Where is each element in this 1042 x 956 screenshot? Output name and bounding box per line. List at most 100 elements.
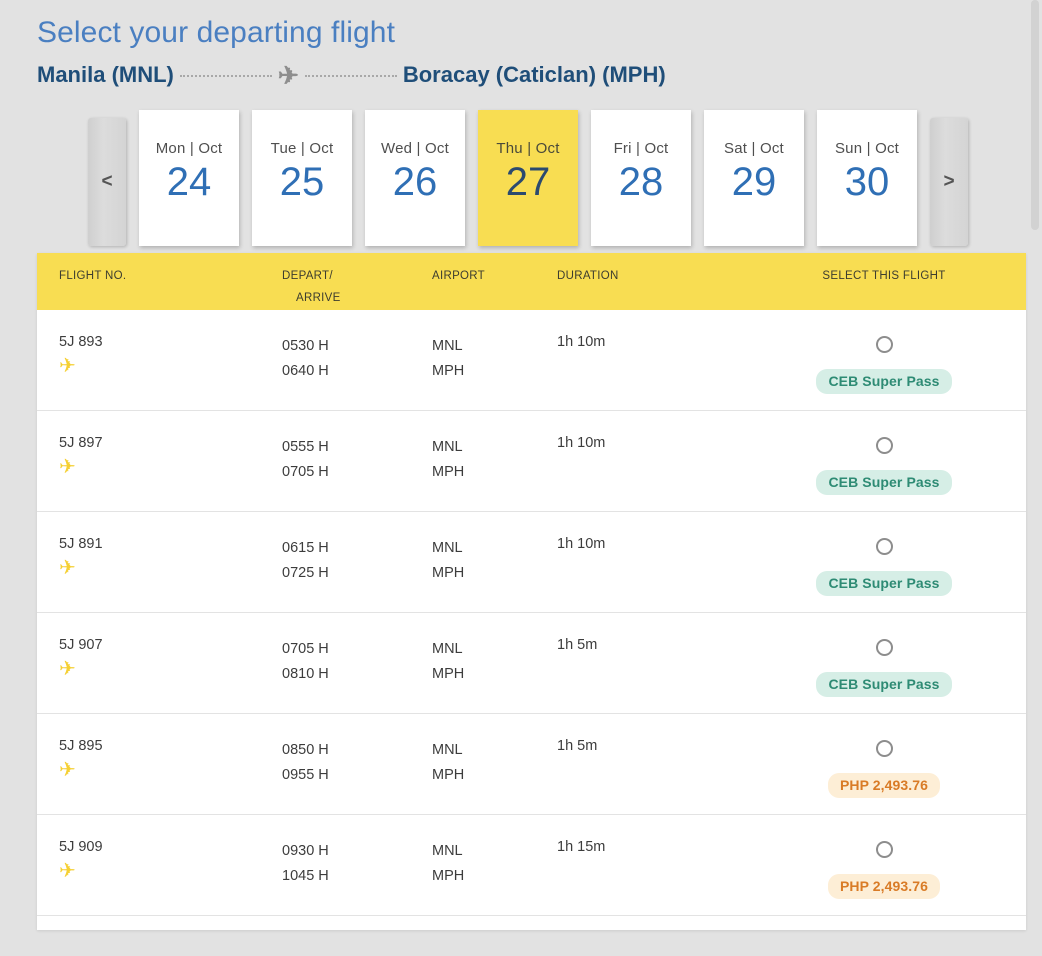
dotted-line-right xyxy=(305,75,397,77)
depart-airport: MNL xyxy=(432,637,557,662)
route-summary: Manila (MNL) ✈ Boracay (Caticlan) (MPH) xyxy=(0,50,1026,88)
cell-airports: MNLMPH xyxy=(427,839,557,915)
cell-depart-arrive-times: 0530 H0640 H xyxy=(282,334,427,410)
depart-time: 0555 H xyxy=(282,435,427,460)
arrive-time: 0810 H xyxy=(282,662,427,687)
airplane-icon: ✈ xyxy=(59,656,282,683)
arrive-time: 0955 H xyxy=(282,763,427,788)
cell-select-flight: PHP 2,493.76 xyxy=(742,738,1026,814)
cell-duration: 1h 10m xyxy=(557,435,742,511)
column-header-airport: AIRPORT xyxy=(427,266,557,288)
date-tab-day-number: 27 xyxy=(506,159,551,205)
flight-rows-container: 5J 893✈0530 H0640 HMNLMPH1h 10mCEB Super… xyxy=(37,310,1026,916)
date-tab-26[interactable]: Wed | Oct26 xyxy=(365,110,465,246)
date-tab-weekday: Tue | Oct xyxy=(271,140,334,157)
flight-number-label: 5J 909 xyxy=(59,839,282,855)
depart-airport: MNL xyxy=(432,435,557,460)
select-flight-radio[interactable] xyxy=(876,437,893,454)
page-scrollbar[interactable] xyxy=(1028,0,1042,956)
airplane-icon: ✈ xyxy=(59,858,282,885)
select-flight-radio[interactable] xyxy=(876,841,893,858)
depart-airport: MNL xyxy=(432,334,557,359)
cell-duration: 1h 10m xyxy=(557,536,742,612)
table-row[interactable]: 5J 909✈0930 H1045 HMNLMPH1h 15mPHP 2,493… xyxy=(37,815,1026,916)
date-tab-28[interactable]: Fri | Oct 28 xyxy=(591,110,691,246)
table-row[interactable]: 5J 891✈0615 H0725 HMNLMPH1h 10m CEB Super… xyxy=(37,512,1026,613)
date-tab-27[interactable]: Thu | Oct27 xyxy=(478,110,578,246)
dotted-line-left xyxy=(180,75,272,77)
flight-number-label: 5J 893 xyxy=(59,334,282,350)
airplane-icon: ✈ xyxy=(59,353,282,380)
table-row[interactable]: 5J 893 ✈0530 H0640 HMNLMPH1h 10m CEB Super… xyxy=(37,310,1026,411)
cell-flight-no: 5J 897 ✈ xyxy=(37,435,282,511)
date-tab-30[interactable]: Sun | Oct 30 xyxy=(817,110,917,246)
cell-select-flight: CEB Super Pass xyxy=(742,536,1026,612)
arrive-airport: MPH xyxy=(432,460,557,485)
prev-dates-button[interactable]: < xyxy=(88,118,126,246)
page-title: Select your departing flight xyxy=(0,0,1026,50)
table-row[interactable]: 5J 897✈0555 H0705 HMNLMPH1h 10mCEB Super… xyxy=(37,411,1026,512)
super-pass-badge[interactable]: CEB Super Pass xyxy=(816,470,951,495)
date-tab-24[interactable]: Mon | Oct24 xyxy=(139,110,239,246)
date-tab-weekday: Fri | Oct xyxy=(614,140,669,157)
cell-airports: MNLMPH xyxy=(427,637,557,713)
airplane-icon: ✈ xyxy=(59,555,282,582)
cell-airports: MNLMPH xyxy=(427,334,557,410)
arrive-time: 0640 H xyxy=(282,359,427,384)
depart-time: 0615 H xyxy=(282,536,427,561)
price-badge[interactable]: PHP 2,493.76 xyxy=(828,874,940,899)
route-destination: Boracay (Caticlan) (MPH) xyxy=(403,62,666,88)
cell-depart-arrive-times: 0705 H0810 H xyxy=(282,637,427,713)
cell-flight-no: 5J 891✈ xyxy=(37,536,282,612)
date-tab-day-number: 29 xyxy=(732,159,777,205)
date-tab-29[interactable]: Sat | Oct29 xyxy=(704,110,804,246)
table-row-partial xyxy=(37,916,1026,930)
cell-depart-arrive-times: 0615 H0725 H xyxy=(282,536,427,612)
depart-time: 0705 H xyxy=(282,637,427,662)
flights-table: FLIGHT NO. DEPART/ ARRIVE AIRPORT DURATI… xyxy=(37,253,1026,930)
cell-select-flight: CEB Super Pass xyxy=(742,637,1026,713)
depart-airport: MNL xyxy=(432,738,557,763)
cell-flight-no: 5J 893 ✈ xyxy=(37,334,282,410)
select-flight-radio[interactable] xyxy=(876,538,893,555)
flight-number-label: 5J 897 xyxy=(59,435,282,451)
date-tab-day-number: 30 xyxy=(845,159,890,205)
arrive-airport: MPH xyxy=(432,763,557,788)
column-header-depart-arrive: DEPART/ ARRIVE xyxy=(282,266,427,310)
super-pass-badge[interactable]: CEB Super Pass xyxy=(816,369,951,394)
select-flight-radio[interactable] xyxy=(876,639,893,656)
date-tab-25[interactable]: Tue | Oct25 xyxy=(252,110,352,246)
arrive-airport: MPH xyxy=(432,864,557,889)
table-row[interactable]: 5J 907 ✈0705 H0810 HMNLMPH1h 5m CEB Super … xyxy=(37,613,1026,714)
select-flight-radio[interactable] xyxy=(876,336,893,353)
cell-flight-no: 5J 909 ✈ xyxy=(37,839,282,915)
flight-number-label: 5J 907 xyxy=(59,637,282,653)
price-badge[interactable]: PHP 2,493.76 xyxy=(828,773,940,798)
cell-airports: MNLMPH xyxy=(427,738,557,814)
depart-airport: MNL xyxy=(432,839,557,864)
airplane-icon: ✈ xyxy=(59,454,282,481)
depart-time: 0850 H xyxy=(282,738,427,763)
cell-select-flight: CEB Super Pass xyxy=(742,334,1026,410)
airplane-right-icon: ✈ xyxy=(278,64,299,89)
arrive-airport: MPH xyxy=(432,359,557,384)
cell-select-flight: PHP 2,493.76 xyxy=(742,839,1026,915)
arrive-airport: MPH xyxy=(432,561,557,586)
flight-number-label: 5J 895 xyxy=(59,738,282,754)
cell-depart-arrive-times: 0850 H0955 H xyxy=(282,738,427,814)
cell-duration: 1h 10m xyxy=(557,334,742,410)
arrive-airport: MPH xyxy=(432,662,557,687)
date-tab-weekday: Mon | Oct xyxy=(156,140,223,157)
cell-duration: 1h 5m xyxy=(557,637,742,713)
select-flight-radio[interactable] xyxy=(876,740,893,757)
airplane-icon: ✈ xyxy=(59,757,282,784)
date-tab-day-number: 28 xyxy=(619,159,664,205)
depart-airport: MNL xyxy=(432,536,557,561)
next-dates-button[interactable]: > xyxy=(930,118,968,246)
super-pass-badge[interactable]: CEB Super Pass xyxy=(816,672,951,697)
super-pass-badge[interactable]: CEB Super Pass xyxy=(816,571,951,596)
scrollbar-thumb[interactable] xyxy=(1031,0,1039,230)
cell-flight-no: 5J 895 ✈ xyxy=(37,738,282,814)
table-row[interactable]: 5J 895✈0850 H0955 HMNLMPH1h 5mPHP 2,493.… xyxy=(37,714,1026,815)
date-tab-weekday: Sun | Oct xyxy=(835,140,899,157)
